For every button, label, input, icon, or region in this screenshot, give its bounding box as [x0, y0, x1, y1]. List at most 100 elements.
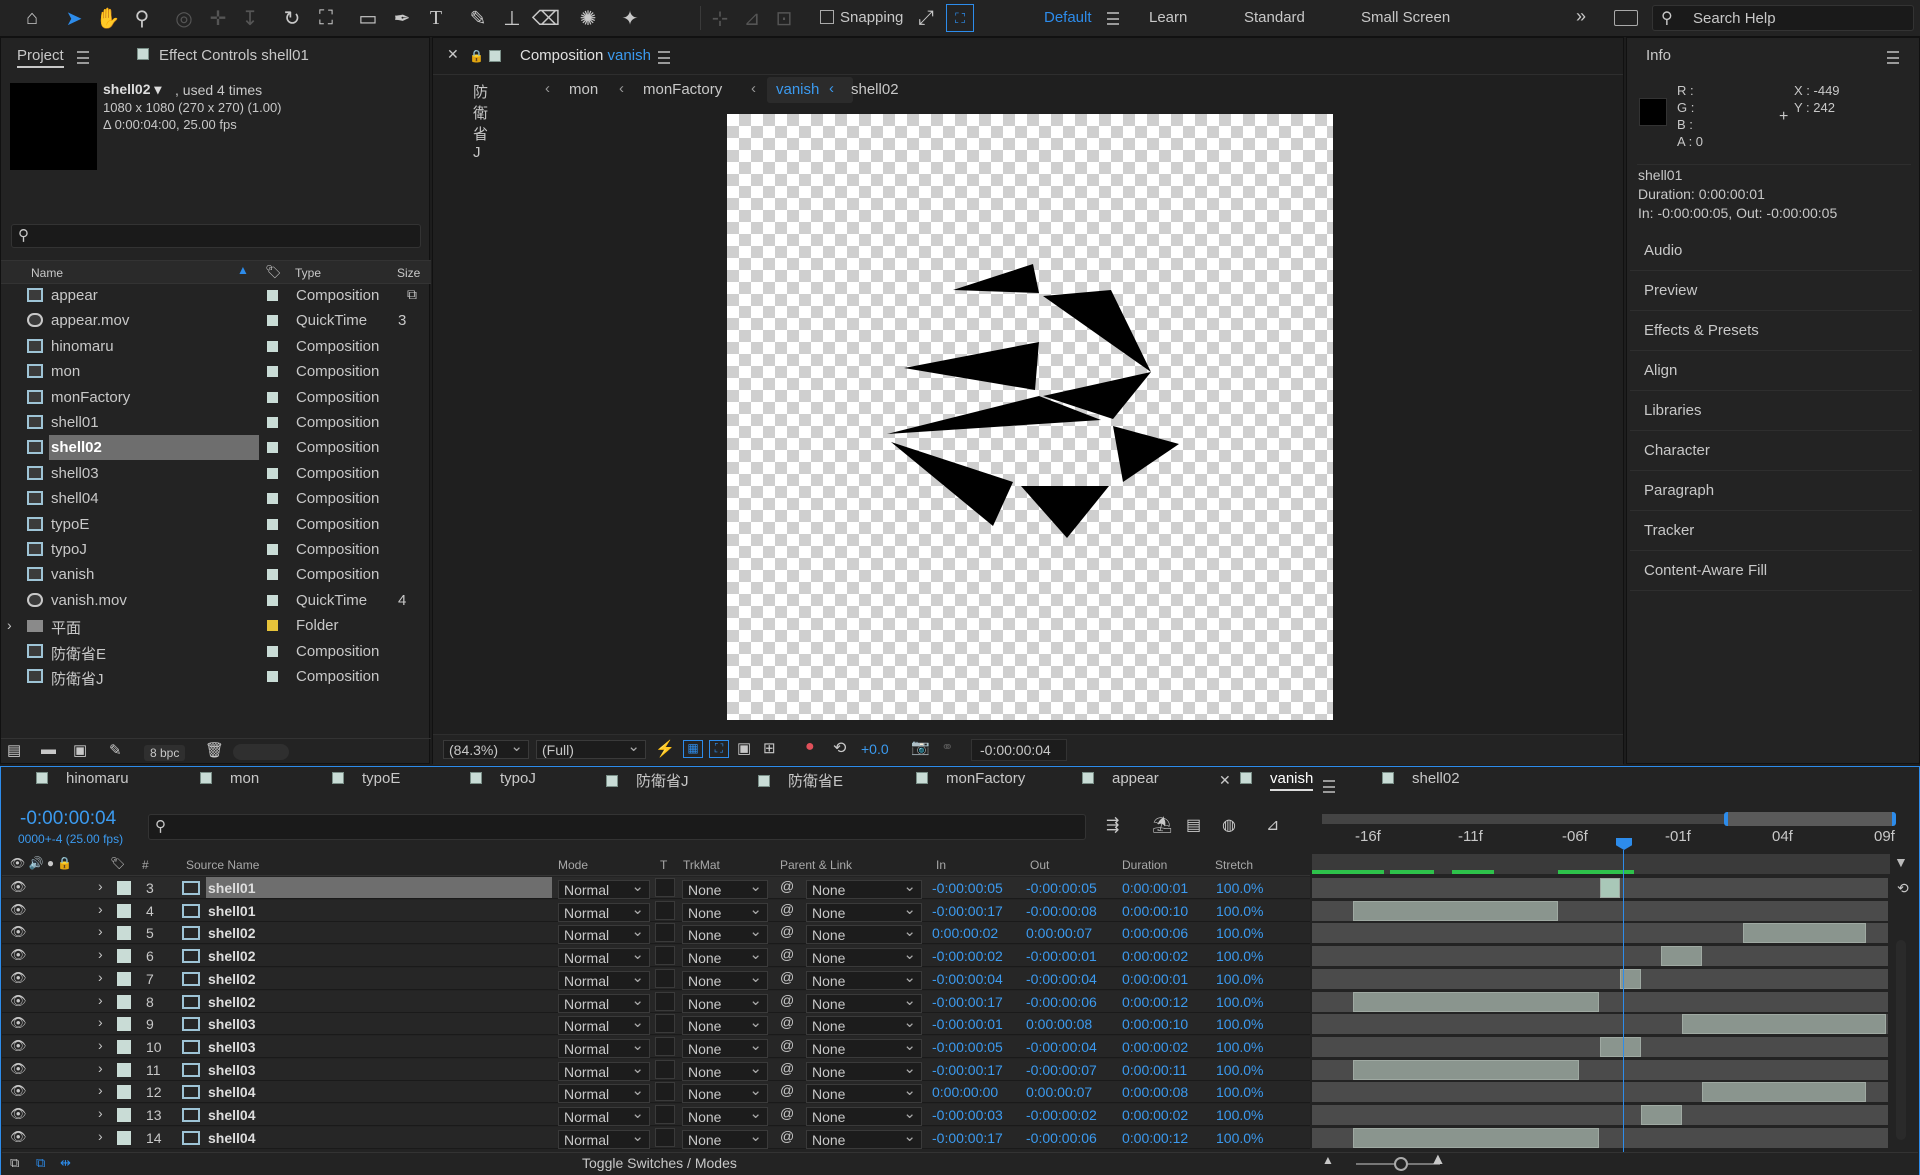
visibility-eye-icon[interactable]: 👁 [10, 1015, 27, 1031]
track-matte-dropdown[interactable]: None [682, 968, 768, 990]
zoom-tool-icon[interactable]: ⚲ [128, 4, 156, 32]
layer-in-point[interactable]: -0:00:00:01 [932, 1016, 1003, 1032]
expand-arrow-icon[interactable]: › [98, 1060, 103, 1076]
expand-arrow-icon[interactable]: › [98, 1105, 103, 1121]
parent-dropdown[interactable]: None [806, 991, 922, 1013]
layer-stretch[interactable]: 100.0% [1216, 948, 1263, 964]
layer-row[interactable]: 👁 › 13 shell04 Normal None @ None -0:00:00:03 -0:… [2, 1104, 1310, 1126]
parent-dropdown[interactable]: None [806, 945, 922, 968]
layer-label-swatch[interactable] [117, 881, 131, 895]
graph-editor-icon[interactable]: ⊿ [1266, 815, 1279, 835]
blend-mode-dropdown[interactable]: Normal [558, 1104, 650, 1126]
pick-whip-icon[interactable]: @ [780, 1060, 794, 1076]
lock-icon[interactable]: 🔒 [469, 49, 484, 63]
motion-blur-icon[interactable]: ◍ [1222, 815, 1236, 835]
workspace-small-screen[interactable]: Small Screen [1361, 9, 1450, 26]
layer-duration-bar[interactable] [1599, 878, 1621, 898]
exposure-value[interactable]: +0.0 [861, 741, 889, 757]
project-item[interactable]: appear Composition ⧉ [1, 283, 429, 308]
project-item[interactable]: appear.mov QuickTime 3 [1, 308, 429, 333]
search-help-field[interactable]: ⚲ Search Help [1652, 5, 1914, 31]
layer-label-swatch[interactable] [117, 1130, 131, 1145]
layer-duration-bar[interactable] [1353, 900, 1559, 921]
blend-mode-dropdown[interactable]: Normal [558, 1127, 650, 1149]
layer-label-swatch[interactable] [117, 1062, 131, 1077]
layer-duration-bar[interactable] [1702, 1082, 1867, 1103]
layer-out-point[interactable]: -0:00:00:04 [1026, 1039, 1097, 1055]
project-tab[interactable]: Project [17, 47, 64, 68]
layer-duration[interactable]: 0:00:00:12 [1122, 1130, 1188, 1146]
layer-in-point[interactable]: -0:00:00:17 [932, 903, 1003, 919]
preserve-transparency-toggle[interactable] [655, 1059, 675, 1079]
layer-stretch[interactable]: 100.0% [1216, 880, 1263, 896]
column-duration[interactable]: Duration [1122, 858, 1167, 872]
rectangle-tool-icon[interactable]: ▭ [354, 4, 382, 32]
project-item[interactable]: hinomaru Composition [1, 334, 429, 359]
project-item[interactable]: vanish.mov QuickTime 4 [1, 588, 429, 613]
project-item[interactable]: 防衛省J Composition [1, 664, 429, 689]
workspace-default[interactable]: Default [1044, 9, 1092, 26]
layer-out-point[interactable]: -0:00:00:02 [1026, 1107, 1097, 1123]
transfer-controls-icon[interactable]: ⧉ [36, 1155, 45, 1171]
layer-out-point[interactable]: -0:00:00:07 [1026, 1062, 1097, 1078]
visibility-eye-icon[interactable]: 👁 [10, 993, 27, 1009]
timeline-tab-5[interactable]: 防衛省E [758, 770, 843, 791]
panel-audio[interactable]: Audio [1630, 232, 1912, 271]
expand-arrow-icon[interactable]: › [98, 1128, 103, 1144]
layer-in-point[interactable]: -0:00:00:17 [932, 1062, 1003, 1078]
comp-button-icon[interactable]: ⟲ [1897, 880, 1909, 897]
layer-out-point[interactable]: 0:00:00:07 [1026, 925, 1092, 941]
project-item[interactable]: typoE Composition [1, 512, 429, 537]
project-item[interactable]: mon Composition [1, 359, 429, 384]
blend-mode-dropdown[interactable]: Normal [558, 1059, 650, 1081]
pick-whip-icon[interactable]: @ [780, 1037, 794, 1053]
preserve-transparency-toggle[interactable] [655, 1105, 675, 1124]
blend-mode-dropdown[interactable]: Normal [558, 1081, 650, 1104]
info-menu-icon[interactable] [1887, 51, 1899, 68]
layer-name[interactable]: shell02 [208, 948, 255, 964]
layer-in-point[interactable]: -0:00:00:05 [932, 1039, 1003, 1055]
expand-arrow-icon[interactable]: › [98, 878, 103, 894]
track-matte-dropdown[interactable]: None [682, 1104, 768, 1126]
label-color-swatch[interactable] [267, 645, 278, 657]
visibility-eye-icon[interactable]: 👁 [10, 947, 27, 963]
preserve-transparency-toggle[interactable] [655, 900, 675, 920]
timeline-tab-6[interactable]: monFactory [916, 770, 1025, 787]
preserve-transparency-toggle[interactable] [655, 923, 675, 943]
snapping-checkbox[interactable] [820, 10, 834, 24]
composition-canvas[interactable] [727, 114, 1333, 720]
track-matte-dropdown[interactable]: None [682, 1013, 768, 1036]
keyboard-shortcuts-icon[interactable] [1614, 10, 1638, 26]
layer-name[interactable]: shell04 [208, 1130, 255, 1146]
project-item[interactable]: monFactory Composition [1, 385, 429, 410]
timeline-tab-9[interactable]: shell02 [1382, 770, 1460, 787]
panel-tracker[interactable]: Tracker [1630, 512, 1912, 551]
channel-icon[interactable]: ● [805, 738, 815, 756]
layer-in-point[interactable]: -0:00:00:17 [932, 994, 1003, 1010]
layer-duration[interactable]: 0:00:00:12 [1122, 994, 1188, 1010]
current-time-display[interactable]: -0:00:00:04 [971, 739, 1067, 761]
snap-edges-icon[interactable]: ⛶ [946, 4, 974, 32]
layer-stretch[interactable]: 100.0% [1216, 1062, 1263, 1078]
pen-tool-icon[interactable]: ✒ [388, 4, 416, 32]
pick-whip-icon[interactable]: @ [780, 901, 794, 917]
layer-row[interactable]: 👁 › 12 shell04 Normal None @ None 0:00:00:00 0:00… [2, 1081, 1310, 1104]
pick-whip-icon[interactable]: @ [780, 1014, 794, 1030]
parent-dropdown[interactable]: None [806, 922, 922, 945]
preserve-transparency-toggle[interactable] [655, 878, 675, 897]
layer-duration[interactable]: 0:00:00:02 [1122, 948, 1188, 964]
project-item[interactable]: 防衛省E Composition [1, 639, 429, 664]
layer-row[interactable]: 👁 › 4 shell01 Normal None @ None -0:00:00:17 -0:0… [2, 899, 1310, 922]
layer-in-point[interactable]: 0:00:00:02 [932, 925, 998, 941]
visibility-eye-icon[interactable]: 👁 [10, 970, 27, 986]
timeline-zoom-handle[interactable] [1394, 1157, 1408, 1171]
label-color-swatch[interactable] [267, 391, 278, 403]
layer-stretch[interactable]: 100.0% [1216, 971, 1263, 987]
timeline-current-time[interactable]: -0:00:00:04 [20, 808, 116, 830]
snapping-options-icon[interactable]: ⤢ [912, 4, 940, 32]
axis-world-icon[interactable]: ⊿ [738, 4, 766, 32]
region-of-interest-icon[interactable]: ▣ [737, 739, 751, 757]
column-mode[interactable]: Mode [558, 858, 588, 872]
visibility-eye-icon[interactable]: 👁 [10, 1061, 27, 1077]
visibility-eye-icon[interactable]: 👁 [10, 1083, 27, 1099]
